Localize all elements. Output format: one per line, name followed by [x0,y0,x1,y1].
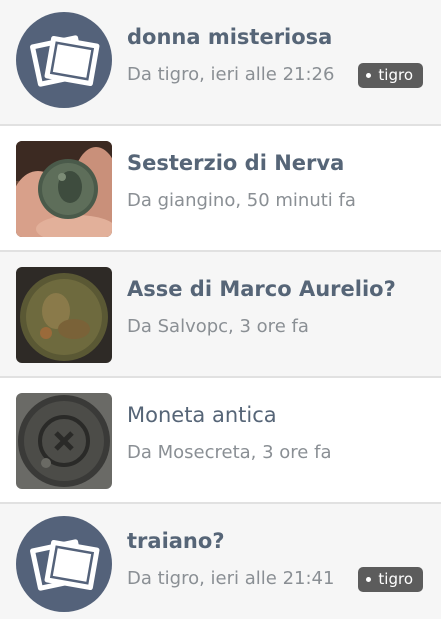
coin-in-hand-photo[interactable] [16,141,112,237]
topic-row[interactable]: traiano? Da tigro, ieri alle 21:41 tigro [0,504,441,615]
tag-badge[interactable]: tigro [358,567,423,592]
topic-title[interactable]: traiano? [127,529,225,553]
placeholder-photos-icon[interactable] [16,516,112,612]
topic-title[interactable]: Moneta antica [127,403,277,427]
topic-row[interactable]: Asse di Marco Aurelio? Da Salvopc, 3 ore… [0,252,441,378]
topic-meta: Da Mosecreta, 3 ore fa [127,442,332,463]
topic-title[interactable]: Asse di Marco Aurelio? [127,277,396,301]
topic-meta: Da tigro, ieri alle 21:41 [127,568,335,589]
topic-meta: Da giangino, 50 minuti fa [127,190,356,211]
topic-title[interactable]: Sesterzio di Nerva [127,151,344,175]
placeholder-photos-icon[interactable] [16,12,112,108]
topic-row[interactable]: Moneta antica Da Mosecreta, 3 ore fa [0,378,441,504]
topic-title[interactable]: donna misteriosa [127,25,332,49]
topic-row[interactable]: Sesterzio di Nerva Da giangino, 50 minut… [0,126,441,252]
topic-meta: Da tigro, ieri alle 21:26 [127,64,335,85]
dark-coin-photo[interactable] [16,393,112,489]
tag-badge[interactable]: tigro [358,63,423,88]
topic-meta: Da Salvopc, 3 ore fa [127,316,309,337]
bronze-coin-photo[interactable] [16,267,112,363]
topic-list: donna misteriosa Da tigro, ieri alle 21:… [0,0,441,615]
topic-row[interactable]: donna misteriosa Da tigro, ieri alle 21:… [0,0,441,126]
